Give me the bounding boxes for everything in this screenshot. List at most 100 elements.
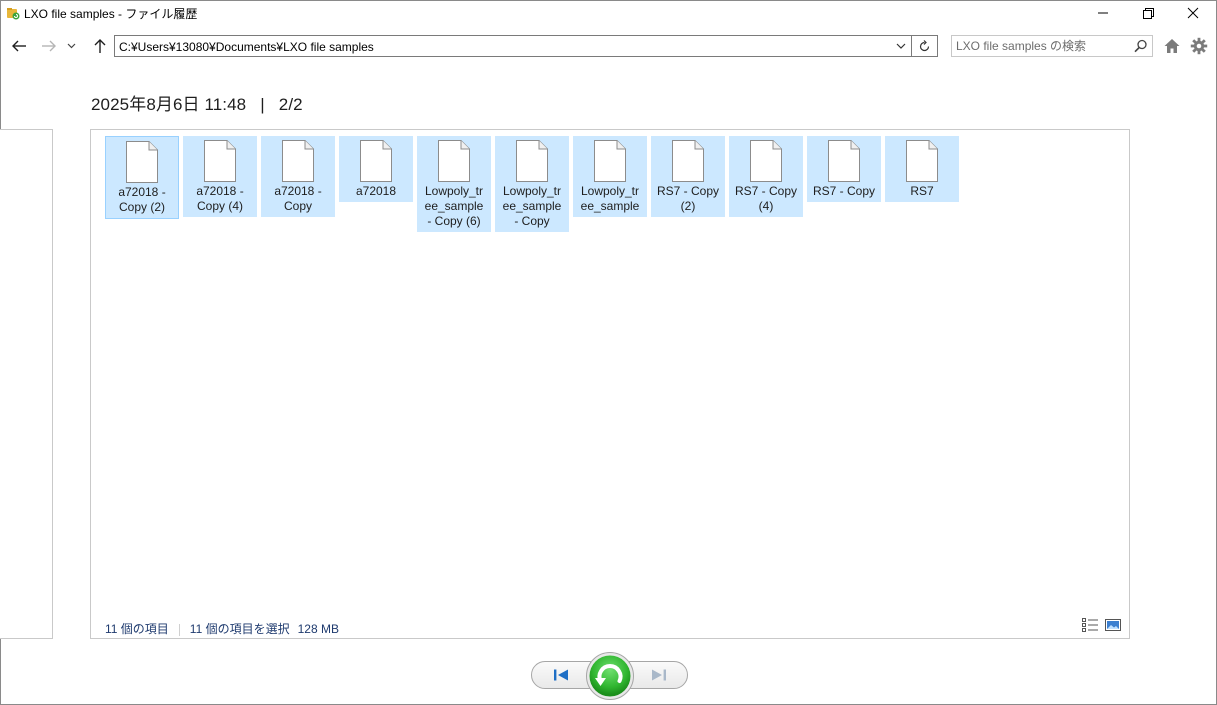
document-icon: [360, 140, 392, 182]
document-icon: [282, 140, 314, 182]
document-icon: [906, 140, 938, 182]
file-item[interactable]: Lowpoly_tr ee_sample - Copy: [495, 136, 569, 232]
file-item[interactable]: a72018 - Copy (2): [105, 136, 179, 219]
document-icon: [204, 140, 236, 182]
file-item[interactable]: a72018 - Copy: [261, 136, 335, 217]
document-icon: [828, 140, 860, 182]
gear-icon[interactable]: [1190, 37, 1208, 55]
chevron-down-icon: [896, 43, 906, 49]
file-name-line: ee_sample: [424, 199, 484, 213]
close-icon: [1187, 7, 1199, 19]
back-button[interactable]: [10, 37, 28, 55]
file-name-line: Lowpoly_tr: [424, 184, 484, 198]
restore-window-icon: [1142, 7, 1154, 19]
title-bar: LXO file samples - ファイル履歴: [1, 1, 1216, 25]
file-item[interactable]: RS7: [885, 136, 959, 202]
navigation-bar: C:¥Users¥13080¥Documents¥LXO file sample…: [1, 31, 1216, 61]
file-name: Lowpoly_tr ee_sample - Copy (6): [417, 182, 491, 229]
forward-arrow-icon: [42, 40, 56, 52]
refresh-icon: [919, 39, 930, 51]
file-item[interactable]: RS7 - Copy: [807, 136, 881, 202]
file-name-line: Copy: [283, 199, 312, 213]
file-name: a72018: [339, 182, 413, 199]
file-name-line: Copy (4): [196, 199, 243, 213]
refresh-button[interactable]: [912, 35, 938, 57]
window-title: LXO file samples - ファイル履歴: [24, 7, 198, 21]
file-name-line: - Copy (6): [427, 214, 481, 228]
folder-view-panel: a72018 - Copy (2) a72018 - Copy (4) a72018 -…: [90, 129, 1130, 639]
file-name: a72018 - Copy (2): [106, 183, 178, 215]
file-name: a72018 - Copy (4): [183, 182, 257, 214]
file-name-line: Copy (2): [118, 200, 165, 214]
minimize-button[interactable]: [1080, 1, 1126, 25]
file-name-line: a72018: [355, 184, 397, 198]
file-name: RS7 - Copy: [807, 182, 881, 199]
selected-count: 11 個の項目を選択: [189, 622, 290, 636]
file-name: Lowpoly_tr ee_sample: [573, 182, 647, 214]
file-name-line: a72018 -: [196, 184, 244, 198]
previous-version-button[interactable]: [531, 661, 591, 689]
status-bar: 11 個の項目 11 個の項目を選択 128 MB: [105, 620, 339, 637]
file-history-app-icon: [7, 8, 20, 20]
forward-button[interactable]: [40, 37, 58, 55]
file-name-line: Lowpoly_tr: [502, 184, 562, 198]
file-name: a72018 - Copy: [261, 182, 335, 214]
minimize-icon: [1098, 12, 1108, 14]
file-name-line: ee_sample: [502, 199, 562, 213]
recent-locations-button[interactable]: [64, 37, 78, 55]
file-name-line: ee_sample: [580, 199, 640, 213]
close-button[interactable]: [1170, 1, 1216, 25]
file-item[interactable]: RS7 - Copy (2): [651, 136, 725, 217]
file-name-line: - Copy: [514, 214, 550, 228]
chevron-down-icon: [67, 43, 75, 49]
file-name: Lowpoly_tr ee_sample - Copy: [495, 182, 569, 229]
file-name-line: RS7 - Copy: [734, 184, 798, 198]
file-item[interactable]: Lowpoly_tr ee_sample - Copy (6): [417, 136, 491, 232]
file-name-line: (4): [758, 199, 774, 213]
file-name-line: a72018 -: [274, 184, 322, 198]
restore-window-button[interactable]: [1125, 1, 1171, 25]
document-icon: [594, 140, 626, 182]
details-view-icon[interactable]: [1082, 618, 1099, 632]
next-version-button[interactable]: [629, 661, 688, 689]
file-name: RS7 - Copy (2): [651, 182, 725, 214]
document-icon: [126, 141, 158, 183]
file-item[interactable]: Lowpoly_tr ee_sample: [573, 136, 647, 217]
file-history-window: LXO file samples - ファイル履歴 C:¥Users¥13080…: [0, 0, 1217, 705]
file-item[interactable]: a72018: [339, 136, 413, 202]
file-name-line: (2): [680, 199, 696, 213]
file-name: RS7: [885, 182, 959, 199]
file-item[interactable]: a72018 - Copy (4): [183, 136, 257, 217]
item-count: 11 個の項目: [105, 622, 169, 636]
up-button[interactable]: [91, 37, 109, 55]
large-icons-view-icon[interactable]: [1105, 618, 1121, 632]
file-name-line: RS7: [910, 184, 934, 198]
file-name-line: RS7 - Copy: [656, 184, 720, 198]
header-separator: |: [260, 95, 265, 114]
document-icon: [750, 140, 782, 182]
address-path: C:¥Users¥13080¥Documents¥LXO file sample…: [119, 40, 374, 54]
search-icon[interactable]: [1134, 39, 1148, 53]
address-dropdown-button[interactable]: [893, 38, 909, 54]
up-arrow-icon: [94, 39, 106, 53]
status-divider: [178, 623, 180, 636]
skip-next-icon: [651, 669, 666, 681]
file-name-line: Lowpoly_tr: [580, 184, 640, 198]
document-icon: [438, 140, 470, 182]
selected-size: 128 MB: [297, 622, 339, 636]
backup-page-indicator: 2/2: [278, 95, 303, 114]
back-arrow-icon: [12, 40, 26, 52]
file-name: RS7 - Copy (4): [729, 182, 803, 214]
backup-date: 2025年8月6日 11:48: [91, 95, 247, 114]
skip-previous-icon: [554, 669, 568, 681]
restore-button[interactable]: [585, 651, 635, 701]
document-icon: [516, 140, 548, 182]
address-bar[interactable]: C:¥Users¥13080¥Documents¥LXO file sample…: [114, 35, 912, 57]
file-name-line: RS7 - Copy: [812, 184, 876, 198]
home-icon[interactable]: [1163, 37, 1181, 55]
search-input[interactable]: [956, 38, 1131, 54]
previous-version-panel[interactable]: [0, 129, 53, 639]
document-icon: [672, 140, 704, 182]
search-box[interactable]: [951, 35, 1153, 57]
file-item[interactable]: RS7 - Copy (4): [729, 136, 803, 217]
